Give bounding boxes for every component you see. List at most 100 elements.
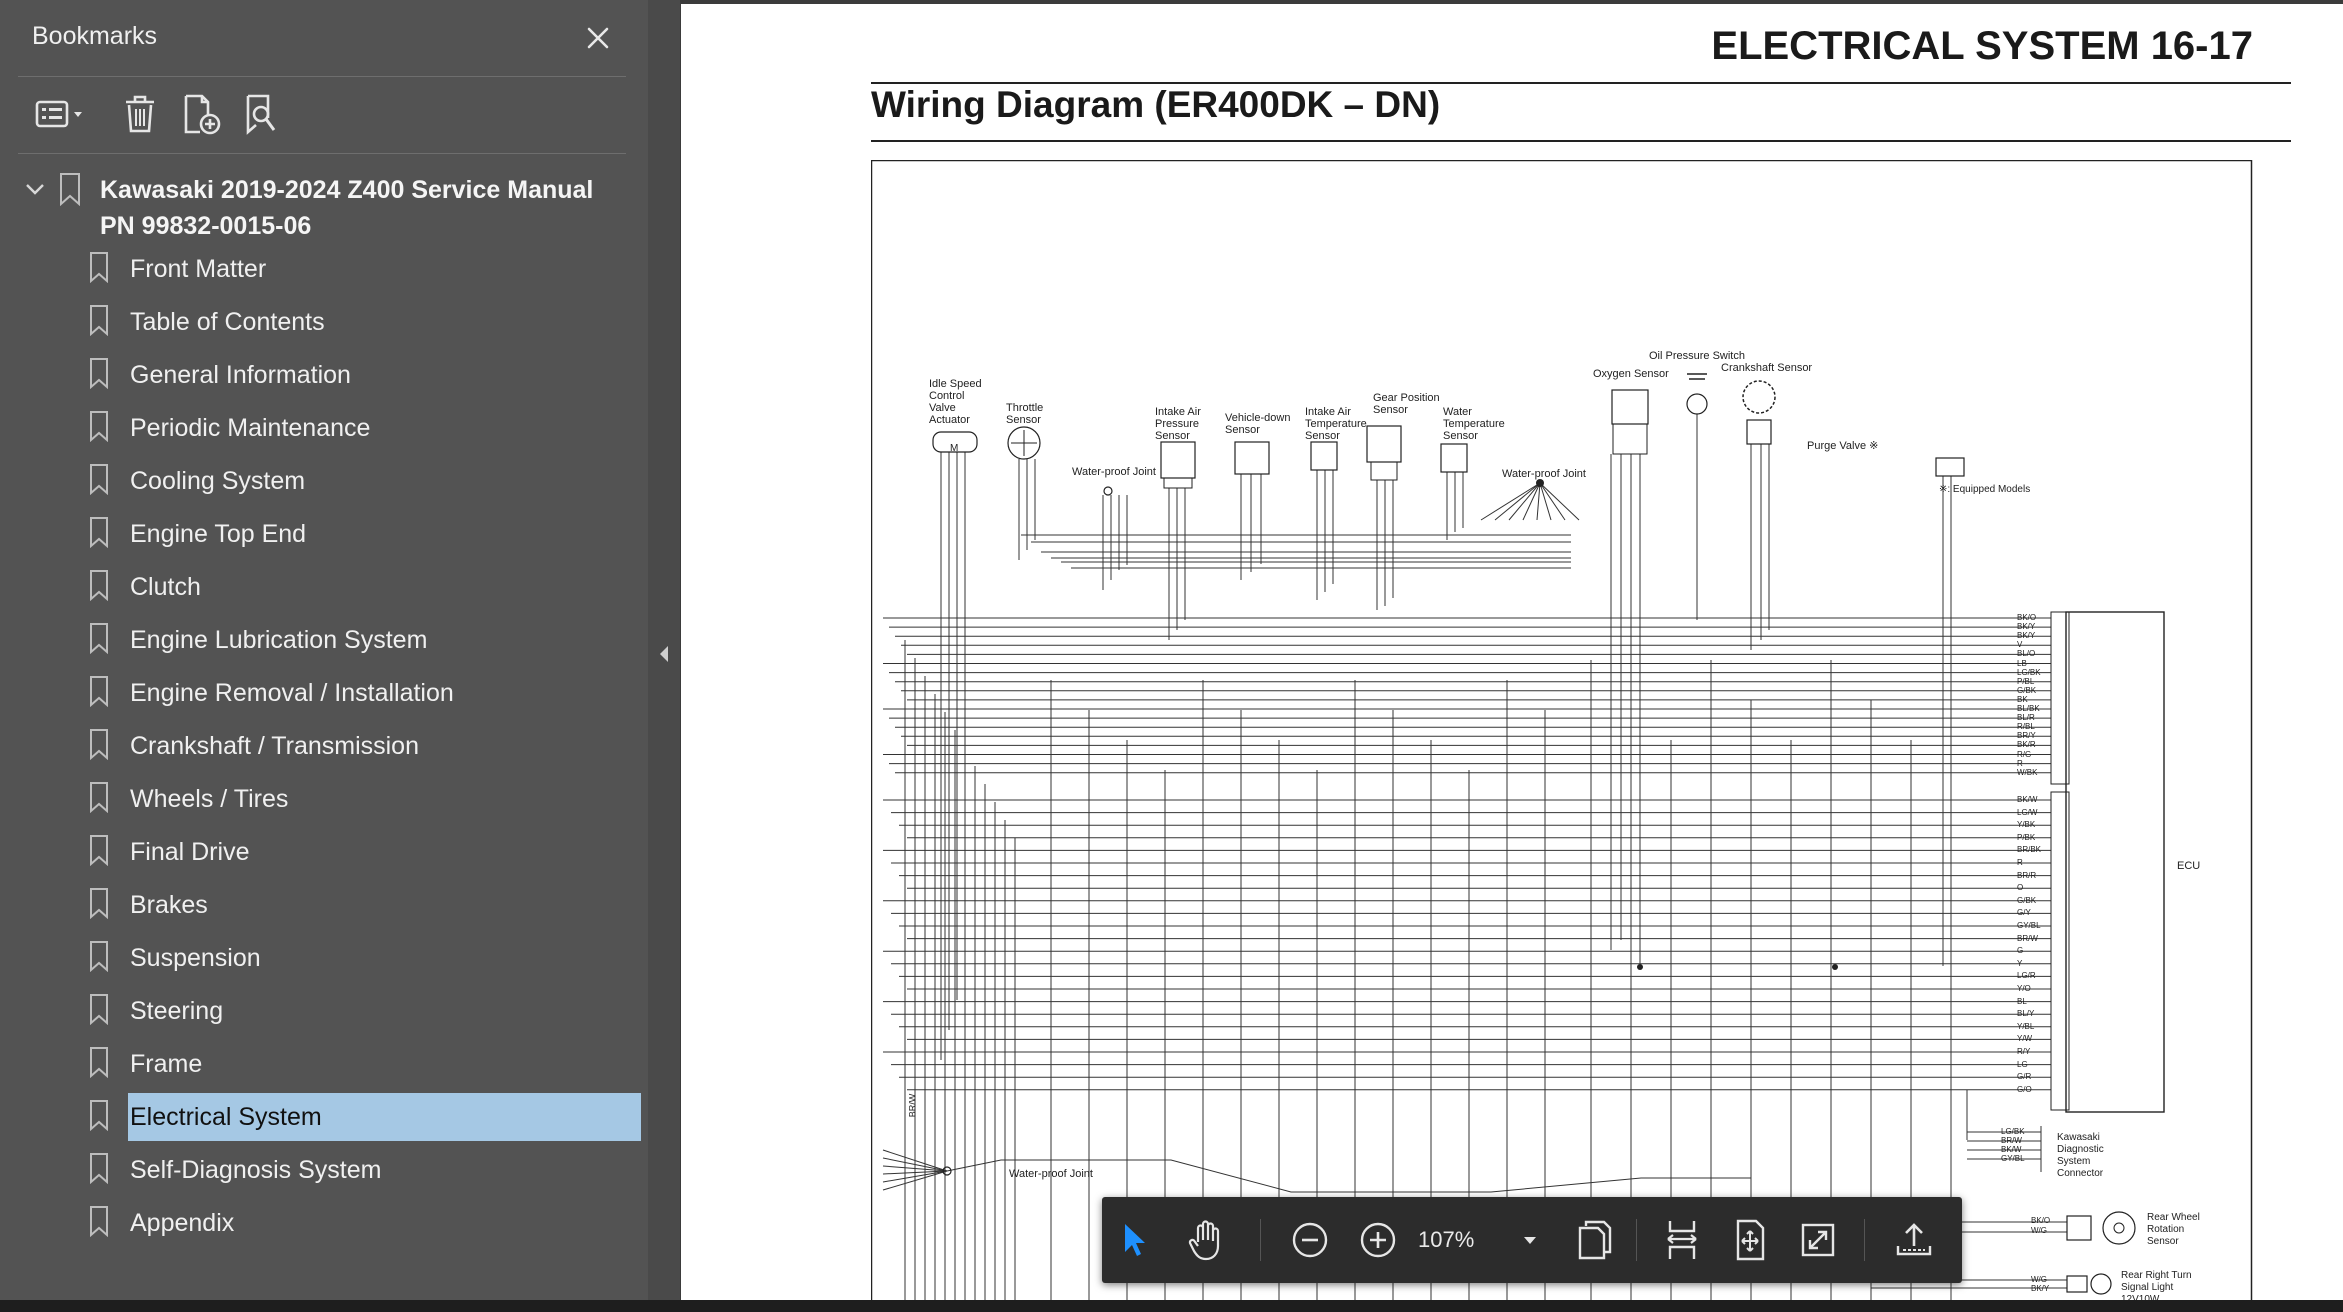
wire-label: G/R bbox=[2017, 1072, 2032, 1082]
sidebar-item-self-diagnosis-system[interactable]: Self-Diagnosis System bbox=[0, 1142, 648, 1195]
sidebar-item-label: General Information bbox=[130, 361, 351, 389]
sidebar-item-front-matter[interactable]: Front Matter bbox=[0, 241, 648, 294]
sidebar-item-general-information[interactable]: General Information bbox=[0, 347, 648, 400]
oil-pressure-switch-shape bbox=[1686, 393, 1708, 415]
fit-page-button[interactable] bbox=[1724, 1197, 1776, 1283]
sidebar-item-appendix[interactable]: Appendix bbox=[0, 1195, 648, 1248]
find-bookmark-button[interactable] bbox=[234, 86, 286, 142]
wiring-diagram-graphic bbox=[871, 160, 2253, 1304]
list-options-icon bbox=[35, 100, 82, 128]
bookmark-root-pn: PN 99832-0015-06 bbox=[100, 212, 312, 240]
sidebar-item-table-of-contents[interactable]: Table of Contents bbox=[0, 294, 648, 347]
sidebar-item-label: Cooling System bbox=[130, 467, 306, 495]
bookmark-options-button[interactable] bbox=[28, 86, 94, 142]
bookmark-icon bbox=[90, 676, 108, 707]
idle-speed-label: Idle Speed Control Valve Actuator bbox=[929, 378, 982, 426]
kds-connector-label: Kawasaki Diagnostic System Connector bbox=[2057, 1132, 2104, 1179]
wire-label: R/Y bbox=[2017, 1047, 2031, 1056]
sidebar-item-wheels-tires[interactable]: Wheels / Tires bbox=[0, 771, 648, 824]
wire-label: W/G bbox=[2031, 1226, 2047, 1235]
bookmark-icon bbox=[90, 1153, 108, 1184]
close-icon[interactable] bbox=[578, 18, 618, 58]
wire-label: G/Y bbox=[2017, 908, 2031, 918]
hand-tool-button[interactable] bbox=[1180, 1197, 1232, 1283]
select-tool-button[interactable] bbox=[1108, 1197, 1160, 1283]
crankshaft-sensor-label: Crankshaft Sensor bbox=[1721, 362, 1813, 374]
crankshaft-sensor-shape bbox=[1742, 380, 1776, 414]
triangle-left-icon bbox=[660, 646, 668, 662]
sidebar-item-suspension[interactable]: Suspension bbox=[0, 930, 648, 983]
bookmark-icon bbox=[60, 173, 80, 206]
purge-valve-label: Purge Valve ※ bbox=[1807, 440, 1879, 452]
water-temp-label: Water Temperature Sensor bbox=[1443, 406, 1505, 442]
motor-label: M bbox=[950, 443, 959, 454]
sidebar-item-clutch[interactable]: Clutch bbox=[0, 559, 648, 612]
zoom-in-icon bbox=[1360, 1222, 1396, 1258]
sidebar-item-label: Engine Removal / Installation bbox=[130, 679, 454, 707]
oxygen-sensor-label: Oxygen Sensor bbox=[1593, 368, 1669, 380]
hand-icon bbox=[1188, 1220, 1220, 1261]
collapse-sidebar-button[interactable] bbox=[656, 640, 672, 668]
zoom-level[interactable]: 107% bbox=[1418, 1197, 1474, 1283]
share-button[interactable] bbox=[1888, 1197, 1940, 1283]
wire-label: BR/R bbox=[2017, 870, 2037, 880]
bookmark-root[interactable]: Kawasaki 2019-2024 Z400 Service Manual P… bbox=[0, 164, 648, 248]
page-view-button[interactable] bbox=[1568, 1197, 1620, 1283]
sidebar-item-brakes[interactable]: Brakes bbox=[0, 877, 648, 930]
rear-wheel-sensor-label: Rear Wheel Rotation Sensor bbox=[2147, 1212, 2200, 1247]
intake-pressure-label: Intake Air Pressure Sensor bbox=[1155, 406, 1201, 442]
add-bookmark-button[interactable] bbox=[174, 86, 226, 142]
bookmark-search-icon bbox=[246, 94, 276, 135]
sidebar-item-label: Periodic Maintenance bbox=[130, 414, 371, 442]
rear-turn-signal-shape bbox=[2066, 1275, 2088, 1293]
sidebar-item-steering[interactable]: Steering bbox=[0, 983, 648, 1036]
sidebar-item-engine-removal-installation[interactable]: Engine Removal / Installation bbox=[0, 665, 648, 718]
wire-label: Y/BL bbox=[2017, 1021, 2035, 1031]
sidebar-item-cooling-system[interactable]: Cooling System bbox=[0, 453, 648, 506]
separator bbox=[1636, 1219, 1637, 1261]
water-proof-joint-label: Water-proof Joint bbox=[1072, 466, 1156, 478]
window-bottom-edge bbox=[0, 1300, 2343, 1312]
subtitle-rule bbox=[871, 140, 2291, 142]
fit-width-icon bbox=[1667, 1221, 1697, 1259]
bookmark-icon bbox=[90, 994, 108, 1025]
sidebar-item-crankshaft-transmission[interactable]: Crankshaft / Transmission bbox=[0, 718, 648, 771]
intake-temp-label: Intake Air Temperature Sensor bbox=[1305, 406, 1367, 442]
sidebar-item-periodic-maintenance[interactable]: Periodic Maintenance bbox=[0, 400, 648, 453]
delete-bookmark-button[interactable] bbox=[114, 86, 166, 142]
separator bbox=[1864, 1219, 1865, 1261]
bookmark-icon bbox=[90, 358, 108, 389]
bookmark-icon bbox=[90, 835, 108, 866]
wire-label: BR/BK bbox=[2017, 845, 2042, 855]
zoom-out-button[interactable] bbox=[1284, 1197, 1336, 1283]
gear-position-label: Gear Position Sensor bbox=[1373, 392, 1440, 416]
wire-label: P/BK bbox=[2017, 832, 2036, 842]
bookmark-root-title: Kawasaki 2019-2024 Z400 Service Manual bbox=[100, 176, 594, 204]
caret-down-icon bbox=[1524, 1237, 1536, 1244]
sidebar-item-label: Steering bbox=[130, 997, 224, 1025]
chevron-down-icon[interactable] bbox=[22, 176, 48, 202]
sidebar-item-label: Brakes bbox=[130, 891, 208, 919]
zoom-dropdown-button[interactable] bbox=[1514, 1197, 1546, 1283]
gear-position-sensor-shape bbox=[1366, 425, 1402, 463]
sidebar-item-engine-top-end[interactable]: Engine Top End bbox=[0, 506, 648, 559]
wire-label: GY/BL bbox=[2017, 921, 2041, 930]
wire-label: LG bbox=[2017, 1059, 2028, 1069]
fullscreen-button[interactable] bbox=[1792, 1197, 1844, 1283]
purge-valve-shape bbox=[1935, 457, 1965, 477]
sidebar-item-final-drive[interactable]: Final Drive bbox=[0, 824, 648, 877]
wire-label: BR/W bbox=[907, 1093, 918, 1118]
bookmarks-title: Bookmarks bbox=[32, 22, 158, 50]
wire-label: BR/W bbox=[2017, 933, 2038, 943]
wire-label: GY/BL bbox=[2001, 1154, 2025, 1163]
bookmark-icon bbox=[90, 464, 108, 495]
fit-width-button[interactable] bbox=[1656, 1197, 1708, 1283]
sidebar-item-label: Engine Top End bbox=[130, 520, 307, 548]
sidebar-item-electrical-system[interactable]: Electrical System bbox=[0, 1089, 648, 1142]
sidebar-item-frame[interactable]: Frame bbox=[0, 1036, 648, 1089]
sidebar-item-label: Frame bbox=[130, 1050, 203, 1078]
zoom-in-button[interactable] bbox=[1352, 1197, 1404, 1283]
sidebar-item-engine-lubrication-system[interactable]: Engine Lubrication System bbox=[0, 612, 648, 665]
floating-toolbar: 107% bbox=[1102, 1197, 1962, 1283]
bookmark-icon bbox=[90, 1047, 108, 1078]
